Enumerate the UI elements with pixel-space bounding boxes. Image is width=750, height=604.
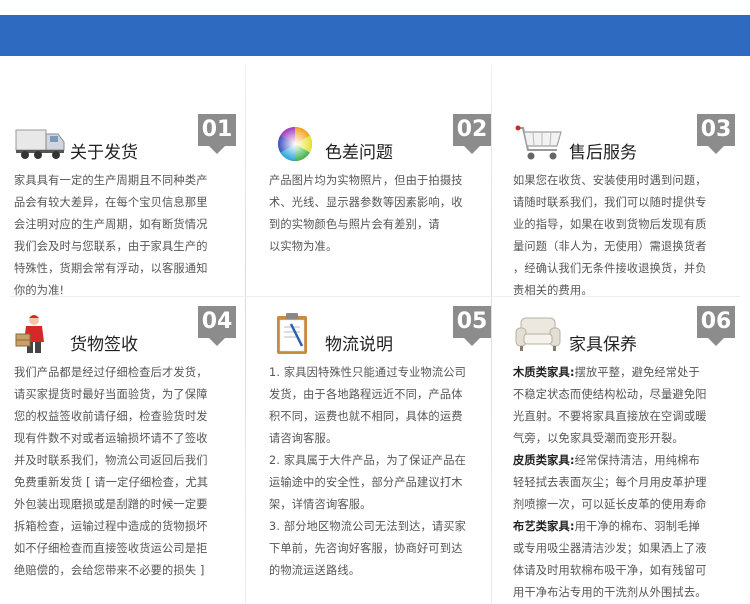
text-line: 不稳定状态而使结构松动，尽量避免阳 xyxy=(513,388,707,401)
shopping-cart-icon xyxy=(513,120,569,164)
card-number-badge: 05 xyxy=(453,306,491,346)
text-line: 免费重新发货 [ 请一定仔细检查，尤其 xyxy=(14,476,209,489)
text-line: 产品图片均为实物照片，但由于拍摄技 xyxy=(269,174,463,187)
text-line: 布艺类家具:用干净的棉布、羽制毛掸 xyxy=(513,516,735,538)
text-line: 下单前，先咨询好客服，协商好可到达 xyxy=(269,542,463,555)
card-title: 色差问题 xyxy=(325,143,393,163)
text-line: 我们会及时与您联系，由于家具生产的 xyxy=(14,240,208,253)
color-wheel-icon xyxy=(269,120,325,164)
clipboard-icon xyxy=(269,312,325,356)
text-line: 架，详情咨询客服。 xyxy=(269,498,372,511)
card-number-badge: 04 xyxy=(198,306,236,346)
text-line: 我们产品都是经过仔细检查后才发货， xyxy=(14,366,208,379)
info-card-logistics: 物流说明 05 1. 家具因特殊性只能通过专业物流公司 发货，由于各地路程远近不… xyxy=(269,302,491,582)
info-card-furniture-care: 家具保养 06 木质类家具:摆放平整，避免经常处于 不稳定状态而使结构松动，尽量… xyxy=(513,302,735,604)
text-fragment: 用干净的棉布、羽制毛掸 xyxy=(574,520,700,533)
text-line: 到的实物颜色与照片会有差别，请 xyxy=(269,218,440,231)
card-title: 家具保养 xyxy=(569,335,637,355)
text-line: 皮质类家具:经常保持清洁，用纯棉布 xyxy=(513,450,735,472)
text-line: ，经确认我们无条件接收退换货，并负 xyxy=(513,262,707,275)
column-divider xyxy=(491,65,492,603)
text-line: 或专用吸尘器清洁沙发；如果洒上了液 xyxy=(513,542,707,555)
info-card-receiving: 货物签收 04 我们产品都是经过仔细检查后才发货， 请买家提货时最好当面验货，为… xyxy=(14,302,236,582)
text-line: 用干净布沾专用的干洗剂从外围拭去。 xyxy=(513,586,707,599)
text-line: 光直射。不要将家具直接放在空调或暖 xyxy=(513,410,707,423)
text-line: 请随时联系我们，我们可以随时提供专 xyxy=(513,196,707,209)
text-line: 现有件数不对或者运输损坏请不了签收 xyxy=(14,432,208,445)
truck-icon xyxy=(14,120,70,164)
text-line: 外包装出现磨损或是刮蹭的时候一定要 xyxy=(14,498,208,511)
text-line: 特殊性，货期会常有浮动，以客服通知 xyxy=(14,262,208,275)
text-line: 3. 部分地区物流公司无法到达，请买家 xyxy=(269,520,467,533)
info-card-after-sales: 售后服务 03 如果您在收货、安装使用时遇到问题， 请随时联系我们，我们可以随时… xyxy=(513,110,735,302)
text-line: 会注明对应的生产周期，如有断货情况 xyxy=(14,218,208,231)
text-line: 家具具有一定的生产周期且不同种类产 xyxy=(14,174,208,187)
card-text: 产品图片均为实物照片，但由于拍摄技 术、光线、显示器参数等因素影响，收 到的实物… xyxy=(269,170,491,258)
card-number-badge: 01 xyxy=(198,114,236,154)
top-banner xyxy=(0,15,750,56)
text-line: 责相关的费用。 xyxy=(513,284,593,297)
text-fragment: 摆放平整，避免经常处于 xyxy=(574,366,700,379)
text-line: 体请及时用软棉布吸干净，如有残留可 xyxy=(513,564,707,577)
text-line: 轻轻拭去表面灰尘；每个月用皮革护理 xyxy=(513,476,707,489)
text-line: 业的指导，如果在收到货物后发现有质 xyxy=(513,218,707,231)
card-title: 售后服务 xyxy=(569,143,637,163)
text-line: 2. 家具属于大件产品，为了保证产品在 xyxy=(269,454,467,467)
card-title: 关于发货 xyxy=(70,143,138,163)
card-title: 货物签收 xyxy=(70,335,138,355)
card-number-badge: 06 xyxy=(697,306,735,346)
text-line: 气旁，以免家具受潮而变形开裂。 xyxy=(513,432,684,445)
text-line: 如不仔细检查而直接签收货运公司是拒 xyxy=(14,542,208,555)
text-line: 品会有较大差异，在每个宝贝信息那里 xyxy=(14,196,208,209)
card-text: 家具具有一定的生产周期且不同种类产 品会有较大差异，在每个宝贝信息那里 会注明对… xyxy=(14,170,236,302)
text-line: 木质类家具:摆放平整，避免经常处于 xyxy=(513,362,735,384)
card-text: 1. 家具因特殊性只能通过专业物流公司 发货，由于各地路程远近不同，产品体 积不… xyxy=(269,362,491,582)
text-line: 请买家提货时最好当面验货，为了保障 xyxy=(14,388,208,401)
card-text: 木质类家具:摆放平整，避免经常处于 不稳定状态而使结构松动，尽量避免阳 光直射。… xyxy=(513,362,735,604)
section-label: 布艺类家具: xyxy=(513,520,575,533)
text-line: 的物流运送路线。 xyxy=(269,564,361,577)
info-card-color-difference: 色差问题 02 产品图片均为实物照片，但由于拍摄技 术、光线、显示器参数等因素影… xyxy=(269,110,491,258)
text-line: 请咨询客服。 xyxy=(269,432,338,445)
text-line: 你的为准! xyxy=(14,284,65,297)
text-line: 发货，由于各地路程远近不同，产品体 xyxy=(269,388,463,401)
text-line: 您的权益签收前请仔细，检查验货时发 xyxy=(14,410,208,423)
text-line: 剂喷擦一次，可以延长皮革的使用寿命 xyxy=(513,498,707,511)
text-line: 1. 家具因特殊性只能通过专业物流公司 xyxy=(269,366,467,379)
section-label: 皮质类家具: xyxy=(513,454,575,467)
card-title: 物流说明 xyxy=(325,335,393,355)
text-line: 积不同，运费也就不相同，具体的运费 xyxy=(269,410,463,423)
section-label: 木质类家具: xyxy=(513,366,575,379)
column-divider xyxy=(245,65,246,603)
text-line: 绝赔偿的，会给您带来不必要的损失 ] xyxy=(14,564,205,577)
text-line: 如果您在收货、安装使用时遇到问题， xyxy=(513,174,707,187)
text-line: 拆箱检查，运输过程中造成的货物损坏 xyxy=(14,520,208,533)
text-line: 运输途中的安全性，部分产品建议打木 xyxy=(269,476,463,489)
text-line: 术、光线、显示器参数等因素影响，收 xyxy=(269,196,463,209)
card-number-badge: 02 xyxy=(453,114,491,154)
text-line: 以实物为准。 xyxy=(269,240,338,253)
card-number-badge: 03 xyxy=(697,114,735,154)
text-line: 并及时联系我们，物流公司返回后我们 xyxy=(14,454,208,467)
text-line: 量问题（非人为，无使用）需退换货者 xyxy=(513,240,707,253)
armchair-icon xyxy=(513,312,569,356)
card-text: 如果您在收货、安装使用时遇到问题， 请随时联系我们，我们可以随时提供专 业的指导… xyxy=(513,170,735,302)
info-card-shipping: 关于发货 01 家具具有一定的生产周期且不同种类产 品会有较大差异，在每个宝贝信… xyxy=(14,110,236,302)
text-fragment: 经常保持清洁，用纯棉布 xyxy=(574,454,700,467)
card-text: 我们产品都是经过仔细检查后才发货， 请买家提货时最好当面验货，为了保障 您的权益… xyxy=(14,362,236,582)
delivery-man-icon xyxy=(14,312,70,356)
